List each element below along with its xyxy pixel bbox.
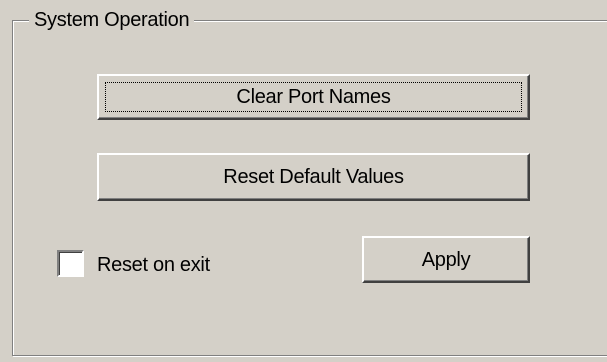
apply-button[interactable]: Apply	[362, 236, 530, 283]
apply-label: Apply	[421, 248, 471, 271]
clear-port-names-label: Clear Port Names	[236, 86, 391, 108]
groupbox-title: System Operation	[29, 8, 195, 32]
reset-on-exit-label[interactable]: Reset on exit	[97, 253, 210, 277]
reset-default-values-label: Reset Default Values	[223, 166, 404, 188]
clear-port-names-button[interactable]: Clear Port Names	[97, 74, 530, 120]
system-operation-panel: System Operation Clear Port Names Reset …	[0, 0, 607, 362]
reset-on-exit-checkbox[interactable]	[57, 250, 84, 277]
reset-default-values-button[interactable]: Reset Default Values	[97, 153, 530, 201]
